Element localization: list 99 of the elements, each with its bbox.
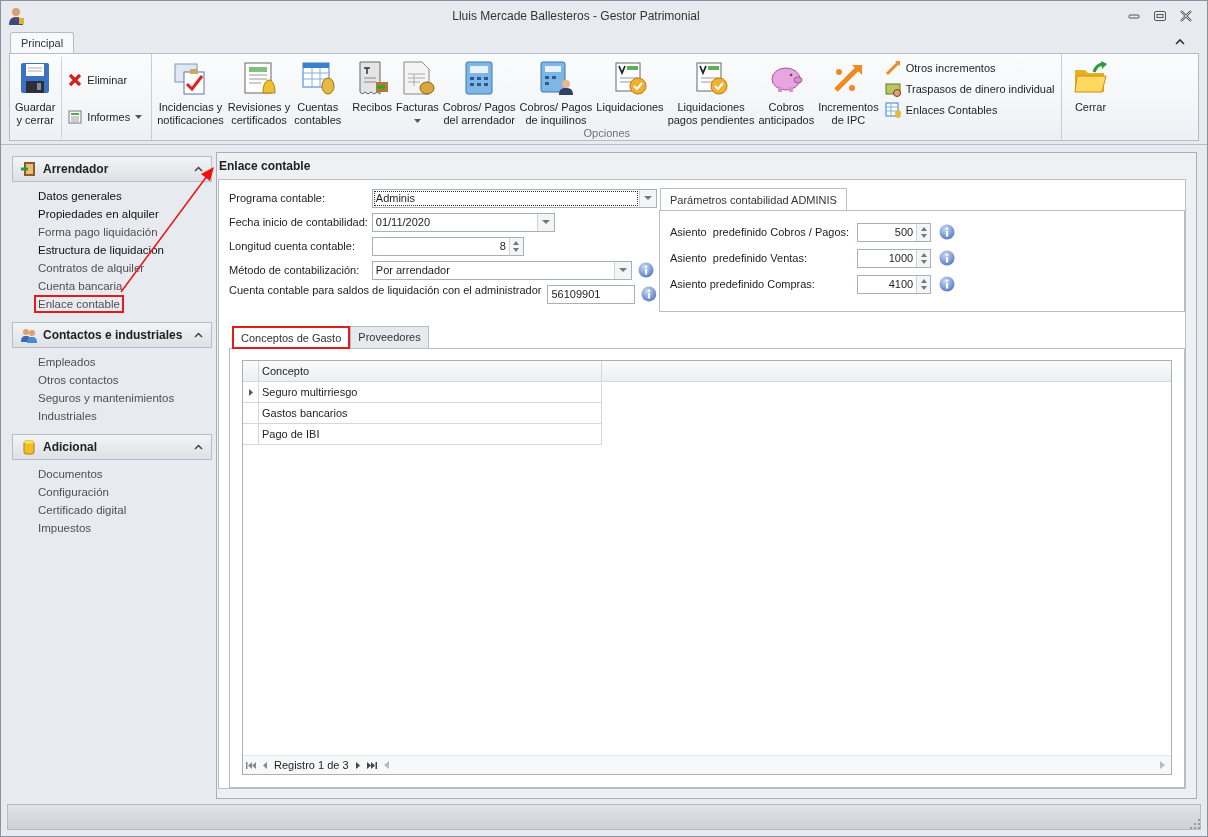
info-icon[interactable] — [637, 262, 654, 278]
ribbon-button[interactable]: Incidencias y notificaciones — [155, 57, 226, 127]
spin-buttons[interactable] — [916, 223, 931, 241]
ribbon-button[interactable]: Traspasos de dinero individual — [884, 81, 1055, 97]
section-header[interactable]: Adicional — [12, 434, 212, 460]
certificate-icon — [612, 60, 648, 96]
sidebar-item[interactable]: Otros contactos — [34, 371, 123, 389]
field-label: Fecha inicio de contabilidad: — [229, 216, 368, 228]
spin-buttons[interactable] — [916, 275, 931, 293]
dropdown-field[interactable]: Por arrendador — [371, 260, 632, 280]
sidebar-item[interactable]: Propiedades en alquiler — [34, 205, 163, 223]
ribbon-button[interactable]: Informes — [68, 109, 143, 124]
caret-icon — [541, 220, 550, 224]
record-counter: Registro 1 de 3 — [274, 759, 349, 771]
people-icon — [21, 327, 37, 343]
caret-icon — [413, 119, 421, 123]
sidebar-item[interactable]: Impuestos — [34, 519, 96, 537]
number-field[interactable]: 4100 — [857, 274, 932, 294]
section-header[interactable]: Contactos e industriales — [12, 322, 212, 348]
info-icon[interactable] — [641, 286, 657, 302]
field-label: Método de contabilización: — [229, 264, 361, 276]
group-tab[interactable]: Parámetros contabilidad ADMINIS — [660, 188, 847, 210]
last-record-button[interactable] — [366, 761, 377, 769]
field-label: Asiento predefinido Ventas: — [670, 252, 808, 264]
ribbon-button[interactable]: Enlaces Contables — [884, 102, 1055, 118]
sidebar-item[interactable]: Documentos — [34, 465, 107, 483]
number-field[interactable]: 500 — [857, 222, 932, 242]
sidebar-item[interactable]: Enlace contable — [34, 295, 124, 313]
sidebar-item[interactable]: Datos generales — [34, 187, 126, 205]
delete-icon — [68, 72, 83, 87]
ribbon-button[interactable]: Cobros anticipados — [756, 57, 817, 127]
info-icon[interactable] — [939, 250, 956, 266]
caret-icon — [643, 196, 652, 200]
ribbon-button[interactable]: Cobros/ Pagos del arrendador — [440, 57, 518, 127]
tab[interactable]: Conceptos de Gasto — [232, 326, 351, 349]
field-label: Longitud cuenta contable: — [229, 240, 356, 252]
table-cell: Seguro multirriesgo — [259, 382, 602, 403]
number-field[interactable]: 8 — [371, 236, 524, 256]
certificate-icon — [693, 60, 730, 96]
ribbon-button[interactable]: Cobros/ Pagos de inquilinos — [517, 57, 595, 127]
restore-button[interactable] — [1153, 10, 1167, 22]
field-label: Cuenta contable para saldos de liquidación con el administrador — [229, 284, 542, 296]
caret-icon — [618, 268, 627, 272]
column-header[interactable]: Concepto — [259, 361, 602, 382]
dropdown-field[interactable]: 01/11/2020 — [371, 212, 555, 232]
collapse-ribbon-button[interactable] — [1175, 38, 1185, 45]
number-field[interactable]: 1000 — [857, 248, 932, 268]
sidebar-item[interactable]: Seguros y mantenimientos — [34, 389, 179, 407]
table-coins-icon — [884, 102, 901, 118]
resize-grip-icon[interactable] — [1190, 819, 1200, 829]
sidebar-item[interactable]: Configuración — [34, 483, 113, 501]
field-label: Asiento predefinido Cobros / Pagos: — [670, 226, 850, 238]
ribbon-button[interactable]: Cuentas contables — [292, 57, 344, 127]
next-record-button[interactable] — [353, 761, 362, 769]
window-title: Lluis Mercade Ballesteros - Gestor Patrimonial — [451, 9, 701, 23]
ribbon-button[interactable]: Liquidaciones — [594, 57, 666, 114]
panel-title: Enlace contable — [219, 159, 312, 173]
sidebar-item[interactable]: Cuenta bancaria — [34, 277, 127, 295]
group-label: Opciones — [582, 127, 632, 140]
dropdown-field[interactable]: Adminis — [371, 188, 657, 208]
ribbon-button[interactable]: Eliminar — [68, 72, 143, 87]
money-transfer-icon — [884, 81, 901, 97]
info-icon[interactable] — [939, 224, 956, 240]
ribbon-tab[interactable]: Principal — [10, 32, 75, 53]
field-label: Programa contable: — [229, 192, 326, 204]
previous-record-button[interactable] — [261, 761, 269, 769]
ribbon-button[interactable]: Revisiones y certificados — [225, 57, 293, 127]
field-label: Asiento predefinido Compras: — [670, 278, 816, 290]
table-cell: Pago de IBI — [259, 424, 602, 445]
ribbon-button[interactable]: Guardar y cerrar — [13, 57, 58, 127]
ribbon-button[interactable]: Otros incrementos — [884, 60, 1055, 76]
ribbon-button[interactable]: Recibos — [350, 57, 394, 114]
tab[interactable]: Proveedores — [350, 326, 429, 348]
cylinder-icon — [21, 439, 37, 455]
table-cell: Gastos bancarios — [259, 403, 602, 424]
document-bell-icon — [241, 60, 277, 96]
spin-buttons[interactable] — [916, 249, 931, 267]
ribbon-button[interactable]: Cerrar — [1070, 57, 1111, 114]
close-button[interactable] — [1179, 10, 1193, 22]
first-record-button[interactable] — [246, 761, 256, 769]
calculator-person-icon — [537, 60, 574, 96]
spin-buttons[interactable] — [508, 237, 523, 255]
ribbon-button[interactable]: Liquidaciones pagos pendientes — [665, 57, 757, 127]
ribbon-button[interactable]: Incrementos de IPC — [816, 57, 881, 127]
header-corner-cell — [243, 361, 259, 382]
sidebar-item[interactable]: Empleados — [34, 353, 100, 371]
sidebar-item[interactable]: Forma pago liquidación — [34, 223, 162, 241]
ribbon-button[interactable]: Facturas — [394, 57, 441, 123]
caret-icon — [135, 114, 143, 119]
sidebar-item[interactable]: Certificado digital — [34, 501, 131, 519]
section-header[interactable]: Arrendador — [12, 156, 212, 182]
arrows-up-icon — [884, 60, 901, 76]
input-field[interactable]: 56109901 — [547, 284, 636, 304]
report-icon — [68, 109, 83, 124]
sidebar-item[interactable]: Industriales — [34, 407, 101, 425]
folder-arrow-icon — [1072, 60, 1109, 96]
app-person-icon — [9, 7, 25, 25]
table-coins-icon — [299, 60, 336, 96]
info-icon[interactable] — [939, 276, 956, 292]
